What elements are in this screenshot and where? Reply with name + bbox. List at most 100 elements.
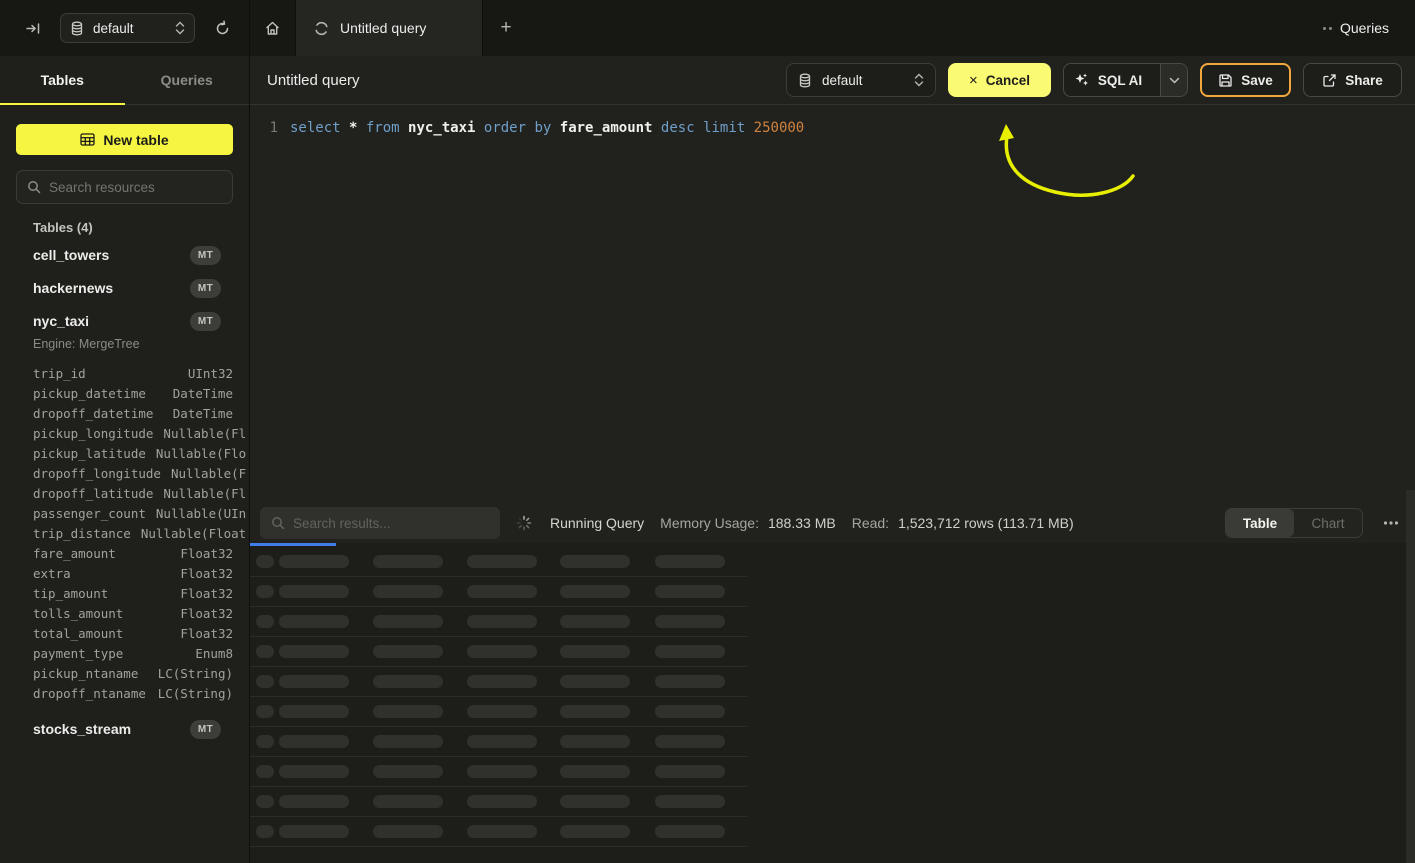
table-name: nyc_taxi <box>33 313 190 329</box>
results-toolbar: Running Query Memory Usage: 188.33 MB Re… <box>250 503 1415 543</box>
new-table-button[interactable]: New table <box>16 124 233 155</box>
sql-ai-label: SQL AI <box>1098 73 1142 88</box>
sql-code: select * from nyc_taxi order by fare_amo… <box>290 120 804 136</box>
results-search[interactable] <box>260 507 500 539</box>
memory-value: 188.33 MB <box>768 515 836 531</box>
skeleton-row <box>250 787 747 817</box>
queries-link[interactable]: Queries <box>1323 20 1389 36</box>
view-toggle-chart[interactable]: Chart <box>1294 509 1362 537</box>
table-name: stocks_stream <box>33 721 190 737</box>
column-row: pickup_ntanameLC(String) <box>0 663 250 683</box>
view-toggle-table[interactable]: Table <box>1226 509 1294 537</box>
query-progress-bar <box>250 543 336 546</box>
share-label: Share <box>1345 73 1383 88</box>
cancel-label: Cancel <box>986 73 1030 88</box>
engine-info: Engine: MergeTree <box>33 337 140 351</box>
tab-untitled-query[interactable]: Untitled query <box>295 0 483 56</box>
toolbar-database-selector[interactable]: default <box>786 63 936 97</box>
main-panel: Untitled query default × Cancel <box>250 56 1415 863</box>
column-row: tolls_amountFloat32 <box>0 603 250 623</box>
sidebar: Tables Queries New table Tables (4) cell… <box>0 56 250 863</box>
chevron-updown-icon <box>914 73 924 87</box>
app-window: default Untitled query + <box>0 0 1415 863</box>
save-button[interactable]: Save <box>1200 63 1291 97</box>
tab-queries[interactable]: Queries <box>125 56 250 104</box>
database-selector[interactable]: default <box>60 13 195 43</box>
engine-badge: MT <box>190 279 221 298</box>
search-icon <box>27 180 41 194</box>
skeleton-table <box>250 547 747 847</box>
top-bar: default Untitled query + <box>0 0 1415 56</box>
column-row: trip_distanceNullable(Float <box>0 523 250 543</box>
sql-editor[interactable]: 1 select * from nyc_taxi order by fare_a… <box>250 118 1415 503</box>
skeleton-row <box>250 667 747 697</box>
skeleton-row <box>250 757 747 787</box>
topbar-left: default <box>0 0 250 56</box>
more-options-button[interactable] <box>1379 521 1403 525</box>
column-list: trip_idUInt32 pickup_datetimeDateTime dr… <box>0 363 250 703</box>
tab-strip: Untitled query + <box>250 0 1323 56</box>
tab-label: Untitled query <box>340 20 426 36</box>
engine-badge: MT <box>190 246 221 265</box>
spinner-icon <box>516 515 532 531</box>
new-table-label: New table <box>103 132 168 148</box>
table-name: cell_towers <box>33 247 190 263</box>
code-line-1: 1 select * from nyc_taxi order by fare_a… <box>250 118 1415 138</box>
search-results-input[interactable] <box>293 516 489 531</box>
skeleton-row <box>250 637 747 667</box>
tables-section-header: Tables (4) <box>33 220 93 235</box>
chevron-updown-icon <box>175 21 185 35</box>
sql-ai-main[interactable]: SQL AI <box>1064 64 1152 96</box>
share-icon <box>1322 73 1337 88</box>
queries-link-label: Queries <box>1340 20 1389 36</box>
sidebar-search[interactable] <box>16 170 233 204</box>
column-row: pickup_latitudeNullable(Flo <box>0 443 250 463</box>
query-status: Running Query <box>550 515 644 531</box>
column-row: dropoff_ntanameLC(String) <box>0 683 250 703</box>
new-tab-button[interactable]: + <box>483 0 529 56</box>
view-toggle: Table Chart <box>1225 508 1363 538</box>
tab-tables[interactable]: Tables <box>0 56 125 104</box>
read-label: Read: <box>852 515 889 531</box>
skeleton-row <box>250 547 747 577</box>
skeleton-row <box>250 727 747 757</box>
skeleton-row <box>250 577 747 607</box>
collapse-sidebar-icon[interactable] <box>20 15 46 41</box>
share-button[interactable]: Share <box>1303 63 1402 97</box>
search-icon <box>271 516 285 530</box>
database-icon <box>70 21 84 36</box>
sql-ai-button[interactable]: SQL AI <box>1063 63 1188 97</box>
queries-dots-icon <box>1323 27 1332 30</box>
table-name: hackernews <box>33 280 190 296</box>
table-item-stocks-stream[interactable]: stocks_stream MT <box>0 714 250 744</box>
column-row: dropoff_latitudeNullable(Fl <box>0 483 250 503</box>
column-row: extraFloat32 <box>0 563 250 583</box>
read-stats: Read: 1,523,712 rows (113.71 MB) <box>852 515 1074 531</box>
query-title: Untitled query <box>267 72 360 89</box>
toolbar-database-value: default <box>822 73 904 88</box>
column-row: pickup_longitudeNullable(Fl <box>0 423 250 443</box>
results-scrollbar[interactable] <box>1406 490 1415 863</box>
table-grid-icon <box>80 133 95 146</box>
home-button[interactable] <box>250 0 295 56</box>
save-label: Save <box>1241 73 1273 88</box>
database-selector-value: default <box>93 21 166 36</box>
column-row: total_amountFloat32 <box>0 623 250 643</box>
close-icon: × <box>969 72 978 89</box>
column-row: pickup_datetimeDateTime <box>0 383 250 403</box>
save-icon <box>1218 73 1233 88</box>
column-row: dropoff_datetimeDateTime <box>0 403 250 423</box>
table-item-cell-towers[interactable]: cell_towers MT <box>0 240 250 270</box>
refresh-icon[interactable] <box>209 15 235 41</box>
table-item-nyc-taxi[interactable]: nyc_taxi MT <box>0 306 250 336</box>
sparkles-icon <box>1074 72 1090 88</box>
query-toolbar: Untitled query default × Cancel <box>250 56 1415 105</box>
search-resources-input[interactable] <box>49 180 226 195</box>
sidebar-tabs: Tables Queries <box>0 56 249 105</box>
memory-label: Memory Usage: <box>660 515 759 531</box>
cancel-button[interactable]: × Cancel <box>948 63 1051 97</box>
table-item-hackernews[interactable]: hackernews MT <box>0 273 250 303</box>
sql-ai-dropdown[interactable] <box>1160 64 1187 96</box>
results-grid <box>250 543 1415 863</box>
tab-loading-icon <box>314 21 329 36</box>
